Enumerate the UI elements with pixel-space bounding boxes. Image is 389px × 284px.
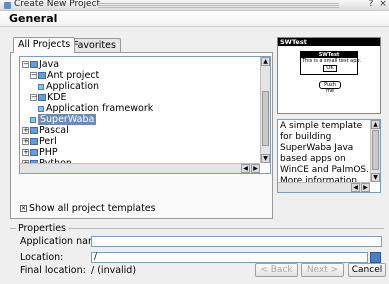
template-preview: SWTest SWTest This is a small test app. … — [277, 37, 381, 114]
tree-item-label: Application — [46, 81, 100, 92]
expand-icon[interactable]: + — [22, 127, 29, 134]
tree-item[interactable]: + PHP — [22, 147, 262, 158]
tab-favorites[interactable]: Favorites — [68, 38, 121, 53]
tree-item[interactable]: − Java — [22, 59, 262, 70]
folder-icon — [30, 149, 38, 156]
tree-item[interactable]: SuperWaba — [30, 114, 270, 125]
checkbox-icon[interactable]: ✕ — [20, 205, 27, 212]
description-vertical-scrollbar[interactable]: ▲ ▼ — [370, 120, 380, 182]
show-all-templates-checkbox[interactable]: ✕ Show all project templates — [20, 203, 156, 214]
tree-item[interactable]: − Ant project — [30, 70, 270, 81]
tree-item-label: Pascal — [39, 125, 69, 136]
scroll-down-icon[interactable]: ▼ — [261, 154, 270, 163]
tab-all-projects[interactable]: All Projects — [13, 37, 76, 53]
tree-item[interactable]: − KDE — [30, 92, 270, 103]
tree-item-label: Application framework — [46, 103, 154, 114]
location-label: Location: — [20, 252, 64, 263]
preview-dialog: SWTest This is a small test app. OK — [300, 51, 362, 75]
tree-item-label: Ant project — [47, 70, 100, 81]
tree-item[interactable]: Application — [38, 81, 270, 92]
scroll-right-icon[interactable]: ▶ — [361, 183, 370, 192]
tree-item-label: Java — [39, 59, 60, 70]
project-tree[interactable]: − Java − Ant project Application − KDE Applicat… — [19, 56, 271, 174]
description-horizontal-scrollbar[interactable]: ◀ ▶ — [278, 182, 370, 192]
scroll-thumb[interactable] — [262, 91, 269, 146]
title-bar: Create New Project ? × — [0, 0, 389, 11]
final-location-value: / (invalid) — [91, 265, 137, 276]
preview-push-button: Push me — [319, 81, 341, 94]
tree-item[interactable]: + Pascal — [22, 125, 262, 136]
scroll-left-icon[interactable]: ◀ — [241, 164, 250, 173]
tree-item-label: Perl — [39, 136, 57, 147]
page-header: General — [0, 11, 389, 27]
expand-icon[interactable]: + — [22, 138, 29, 145]
template-description: A simple template for building SuperWaba… — [277, 119, 381, 193]
tree-vertical-scrollbar[interactable]: ▲ ▼ — [260, 57, 270, 163]
tree-horizontal-scrollbar[interactable]: ◀ ▶ — [20, 163, 260, 173]
tab-favorites-label: Favorites — [73, 40, 116, 51]
cancel-button[interactable]: Cancel — [348, 263, 386, 277]
template-icon — [38, 105, 44, 112]
scroll-up-icon[interactable]: ▲ — [261, 57, 270, 66]
final-location-label: Final location: — [20, 265, 86, 276]
tab-all-projects-label: All Projects — [18, 39, 71, 50]
help-button[interactable]: ? — [366, 0, 376, 10]
tree-item-label: PHP — [39, 147, 58, 158]
tree-item[interactable]: Application framework — [38, 103, 270, 114]
title-bar-grip[interactable] — [98, 3, 339, 8]
close-button[interactable]: × — [378, 0, 388, 10]
window-title: Create New Project — [14, 0, 101, 9]
app-icon — [4, 2, 11, 9]
scroll-up-icon[interactable]: ▲ — [371, 120, 380, 129]
expand-icon[interactable]: + — [22, 149, 29, 156]
folder-icon — [38, 72, 46, 79]
collapse-icon[interactable]: − — [22, 61, 29, 68]
template-icon — [38, 83, 44, 90]
preview-dialog-message: This is a small test app. — [302, 58, 362, 64]
scroll-thumb[interactable] — [372, 130, 379, 170]
scroll-right-icon[interactable]: ▶ — [251, 164, 260, 173]
folder-icon — [30, 138, 38, 145]
folder-icon — [30, 61, 38, 68]
page-title: General — [9, 12, 58, 25]
collapse-icon[interactable]: − — [30, 72, 37, 79]
scroll-down-icon[interactable]: ▼ — [371, 173, 380, 182]
preview-title: SWTest — [278, 38, 380, 46]
show-all-label: Show all project templates — [29, 203, 156, 214]
scroll-left-icon[interactable]: ◀ — [351, 183, 360, 192]
tree-item-label: SuperWaba — [38, 114, 97, 125]
application-name-input[interactable] — [91, 236, 382, 247]
next-button[interactable]: Next > — [301, 263, 344, 277]
folder-icon — [30, 127, 38, 134]
tree-item-label: KDE — [47, 92, 67, 103]
browse-folder-button[interactable] — [370, 252, 381, 263]
properties-legend: Properties — [16, 223, 69, 234]
template-icon — [30, 116, 36, 123]
location-input[interactable]: / — [91, 252, 368, 263]
back-button[interactable]: < Back — [255, 263, 298, 277]
preview-ok-button: OK — [323, 65, 337, 72]
collapse-icon[interactable]: − — [30, 94, 37, 101]
folder-icon — [38, 94, 46, 101]
tree-item[interactable]: + Perl — [22, 136, 262, 147]
